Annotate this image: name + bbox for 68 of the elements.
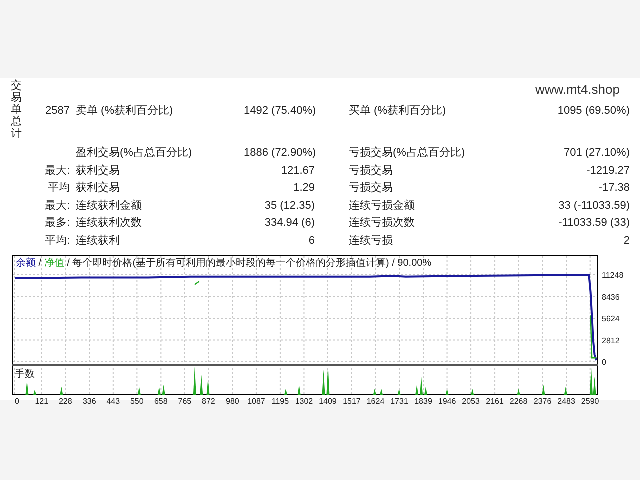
x-tick-label: 2053: [462, 396, 480, 404]
stat-label: 卖单 (%获利百分比): [75, 104, 174, 118]
x-tick-label: 550: [130, 396, 144, 404]
chart-legend: 余额 / 净值 / 每个即时价格(基于所有可利用的最小时段的每一个价格的分形插值计算) / 90.00%: [16, 258, 432, 268]
stat-label: 亏损交易: [348, 164, 394, 178]
stat-label: 连续获利: [75, 234, 121, 248]
site-url: www.mt4.shop: [535, 81, 620, 100]
stat-value: -17.38: [598, 181, 630, 196]
x-tick-label: 1946: [438, 396, 456, 404]
x-tick-label: 1087: [248, 396, 266, 404]
stat-label: 连续获利金额: [75, 198, 143, 214]
x-tick-label: 228: [58, 396, 72, 404]
stat-value: 2: [622, 234, 630, 248]
row-prefix: 2587: [44, 104, 70, 118]
stat-label: 获利交易: [75, 180, 121, 196]
stat-value: 6: [308, 234, 315, 248]
stat-value: -11033.59 (33): [558, 216, 630, 231]
x-tick-label: 2590: [581, 396, 600, 404]
x-tick-label: 121: [35, 396, 49, 404]
row-prefix: 最大:: [44, 198, 70, 214]
x-tick-label: 872: [202, 396, 216, 404]
x-tick-label: 1624: [366, 396, 385, 404]
stat-label: 连续亏损次数: [348, 216, 416, 231]
y-tick-label: 0: [602, 358, 606, 366]
x-tick-label: 2376: [534, 396, 552, 404]
stat-value: 1886 (72.90%): [244, 146, 315, 161]
x-tick-label: 2483: [558, 396, 576, 404]
stat-label: 连续亏损: [348, 234, 394, 248]
stat-value: 334.94 (6): [264, 216, 315, 231]
row-prefix: 平均:: [44, 234, 70, 248]
volume-label: 手数: [15, 368, 35, 380]
stat-label: 盈利交易(%占总百分比): [75, 146, 194, 161]
x-tick-label: 980: [226, 396, 240, 404]
stat-value: 121.67: [280, 164, 315, 178]
row-prefix: 最多:: [44, 216, 70, 231]
x-tick-label: 1839: [414, 396, 432, 404]
stat-value: 1492 (75.40%): [244, 104, 315, 118]
x-tick-label: 1409: [319, 396, 337, 404]
stat-value: 701 (27.10%): [562, 146, 630, 161]
stat-value: 35 (12.35): [264, 198, 315, 214]
x-tick-label: 443: [106, 396, 120, 404]
stat-label: 买单 (%获利百分比): [348, 104, 448, 118]
y-tick-label: 5624: [602, 314, 620, 323]
stat-label: 连续亏损金额: [348, 198, 416, 214]
x-tick-label: 336: [82, 396, 96, 404]
row-prefix: 最大:: [44, 164, 70, 178]
stat-label: 亏损交易: [348, 180, 394, 196]
x-tick-label: 0: [15, 396, 20, 404]
x-tick-label: 1517: [343, 396, 361, 404]
y-tick-label: 11248: [602, 270, 624, 280]
y-tick-label: 8436: [602, 292, 620, 302]
x-tick-label: 1195: [272, 396, 290, 404]
stat-value: 1095 (69.50%): [556, 104, 630, 118]
x-tick-label: 2268: [510, 396, 528, 404]
y-tick-label: 2812: [602, 336, 620, 345]
stat-label: 亏损交易(%占总百分比): [348, 146, 466, 161]
stat-label: 连续获利次数: [75, 216, 143, 231]
x-tick-label: 765: [178, 396, 192, 404]
x-tick-label: 658: [154, 396, 168, 404]
stat-label: 获利交易: [75, 164, 121, 178]
stat-value: 33 (-11033.59): [558, 198, 630, 214]
x-tick-label: 2161: [486, 396, 504, 404]
stat-value: -1219.27: [586, 164, 630, 178]
row-prefix: 平均: [47, 181, 70, 196]
x-tick-label: 1731: [390, 396, 408, 404]
vertical-title: 交易单总计: [11, 80, 22, 140]
x-tick-label: 1302: [295, 396, 314, 404]
stat-value: 1.29: [292, 181, 315, 196]
